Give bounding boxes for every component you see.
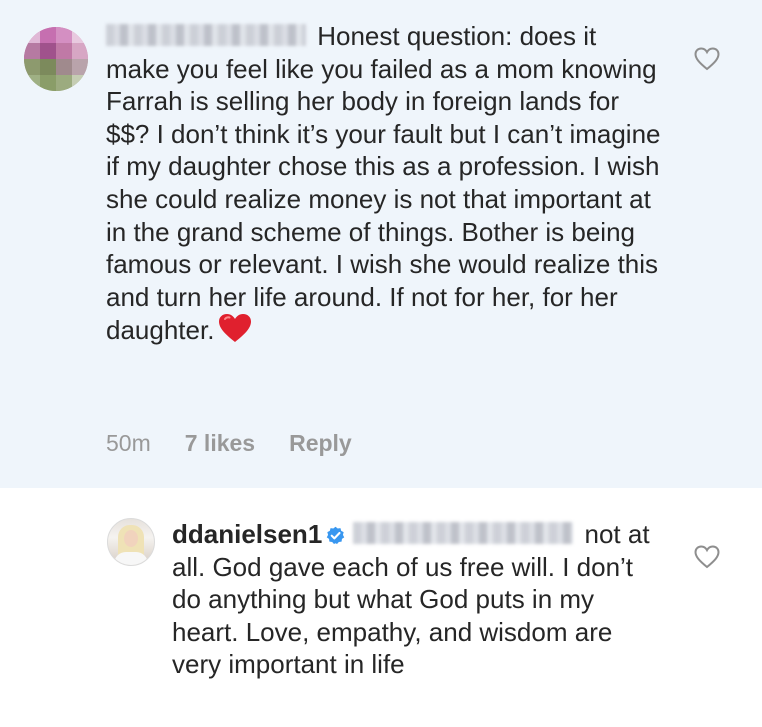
comment-time: 50m	[106, 430, 151, 456]
comment-text: Honest question: does it make you feel l…	[106, 21, 661, 346]
reply-username[interactable]: ddanielsen1	[172, 519, 322, 549]
verified-badge-icon	[326, 520, 345, 545]
heart-outline-icon[interactable]	[694, 47, 720, 71]
commenter-avatar[interactable]	[24, 27, 88, 91]
likes-count[interactable]: 7 likes	[185, 430, 255, 457]
reply-comment-body: ddanielsen1 not at all. God gave each of…	[172, 518, 652, 681]
comment-body: Honest question: does it make you feel l…	[106, 20, 666, 351]
highlighted-comment: Honest question: does it make you feel l…	[0, 0, 762, 488]
heart-outline-icon[interactable]	[694, 545, 720, 569]
redacted-mention[interactable]	[353, 522, 574, 545]
red-heart-emoji-icon	[218, 313, 252, 351]
ddanielsen1-avatar[interactable]	[107, 518, 155, 566]
comment-meta: 50m 7 likes Reply	[106, 430, 352, 457]
redacted-username[interactable]	[106, 24, 306, 47]
reply-button[interactable]: Reply	[289, 430, 352, 457]
